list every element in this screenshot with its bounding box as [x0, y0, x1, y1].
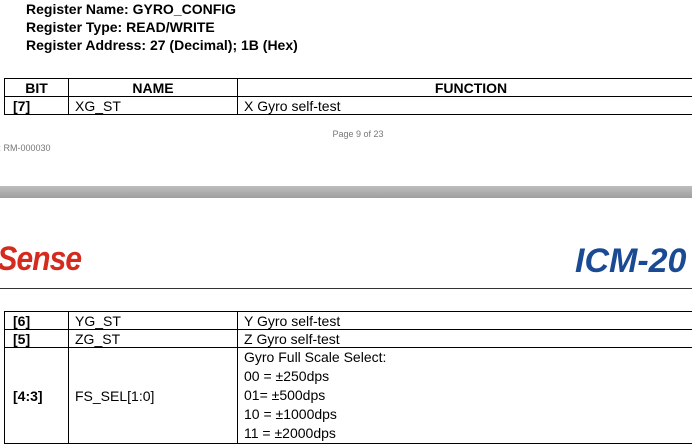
name-cell: FS_SEL[1:0]: [68, 347, 238, 444]
page-number: Page 9 of 23: [332, 129, 384, 139]
function-line: 00 = ±250dps: [244, 368, 330, 384]
page-9-bottom: Register Name: GYRO_CONFIG Register Type…: [0, 0, 692, 186]
register-table-top: BIT NAME FUNCTION [7] XG_ST X Gyro self-…: [4, 78, 692, 115]
function-line: 01= ±500dps: [244, 387, 326, 403]
bit-cell: [7]: [4, 96, 69, 115]
register-table-bottom: [6] YG_ST Y Gyro self-test [5] ZG_ST Z G…: [4, 311, 692, 444]
name-column-header: NAME: [68, 78, 238, 97]
bit-cell: [6]: [4, 311, 69, 330]
function-line: Gyro Full Scale Select:: [244, 349, 387, 365]
document-number: mber: RM-000030: [0, 143, 51, 153]
function-column-header: FUNCTION: [237, 78, 692, 97]
function-cell: Y Gyro self-test: [237, 311, 692, 330]
name-cell: XG_ST: [68, 96, 238, 115]
function-cell: X Gyro self-test: [237, 96, 692, 115]
bit-column-header: BIT: [4, 78, 69, 97]
page-gap: [0, 186, 692, 198]
part-number: ICM-20: [575, 242, 687, 280]
page-10-top: nSense ICM-20 [6] YG_ST Y Gyro self-test…: [0, 198, 692, 444]
table-row: [4:3] FS_SEL[1:0] Gyro Full Scale Select…: [4, 347, 692, 444]
invensense-logo: nSense: [0, 240, 82, 278]
function-line: 11 = ±2000dps: [244, 425, 336, 441]
table-row: [5] ZG_ST Z Gyro self-test: [4, 329, 692, 348]
table-header-row: BIT NAME FUNCTION: [4, 78, 692, 97]
register-address: Register Address: 27 (Decimal); 1B (Hex): [26, 37, 298, 53]
register-name: Register Name: GYRO_CONFIG: [26, 1, 237, 17]
register-type: Register Type: READ/WRITE: [26, 19, 215, 35]
name-cell: ZG_ST: [68, 329, 238, 348]
header-rule: [0, 288, 692, 289]
bit-cell: [4:3]: [4, 347, 69, 444]
table-row: [7] XG_ST X Gyro self-test: [4, 96, 692, 115]
function-line: 10 = ±1000dps: [244, 406, 337, 422]
table-row: [6] YG_ST Y Gyro self-test: [4, 311, 692, 330]
function-cell: Gyro Full Scale Select: 00 = ±250dps 01=…: [237, 347, 692, 444]
function-cell: Z Gyro self-test: [237, 329, 692, 348]
bit-cell: [5]: [4, 329, 69, 348]
name-cell: YG_ST: [68, 311, 238, 330]
